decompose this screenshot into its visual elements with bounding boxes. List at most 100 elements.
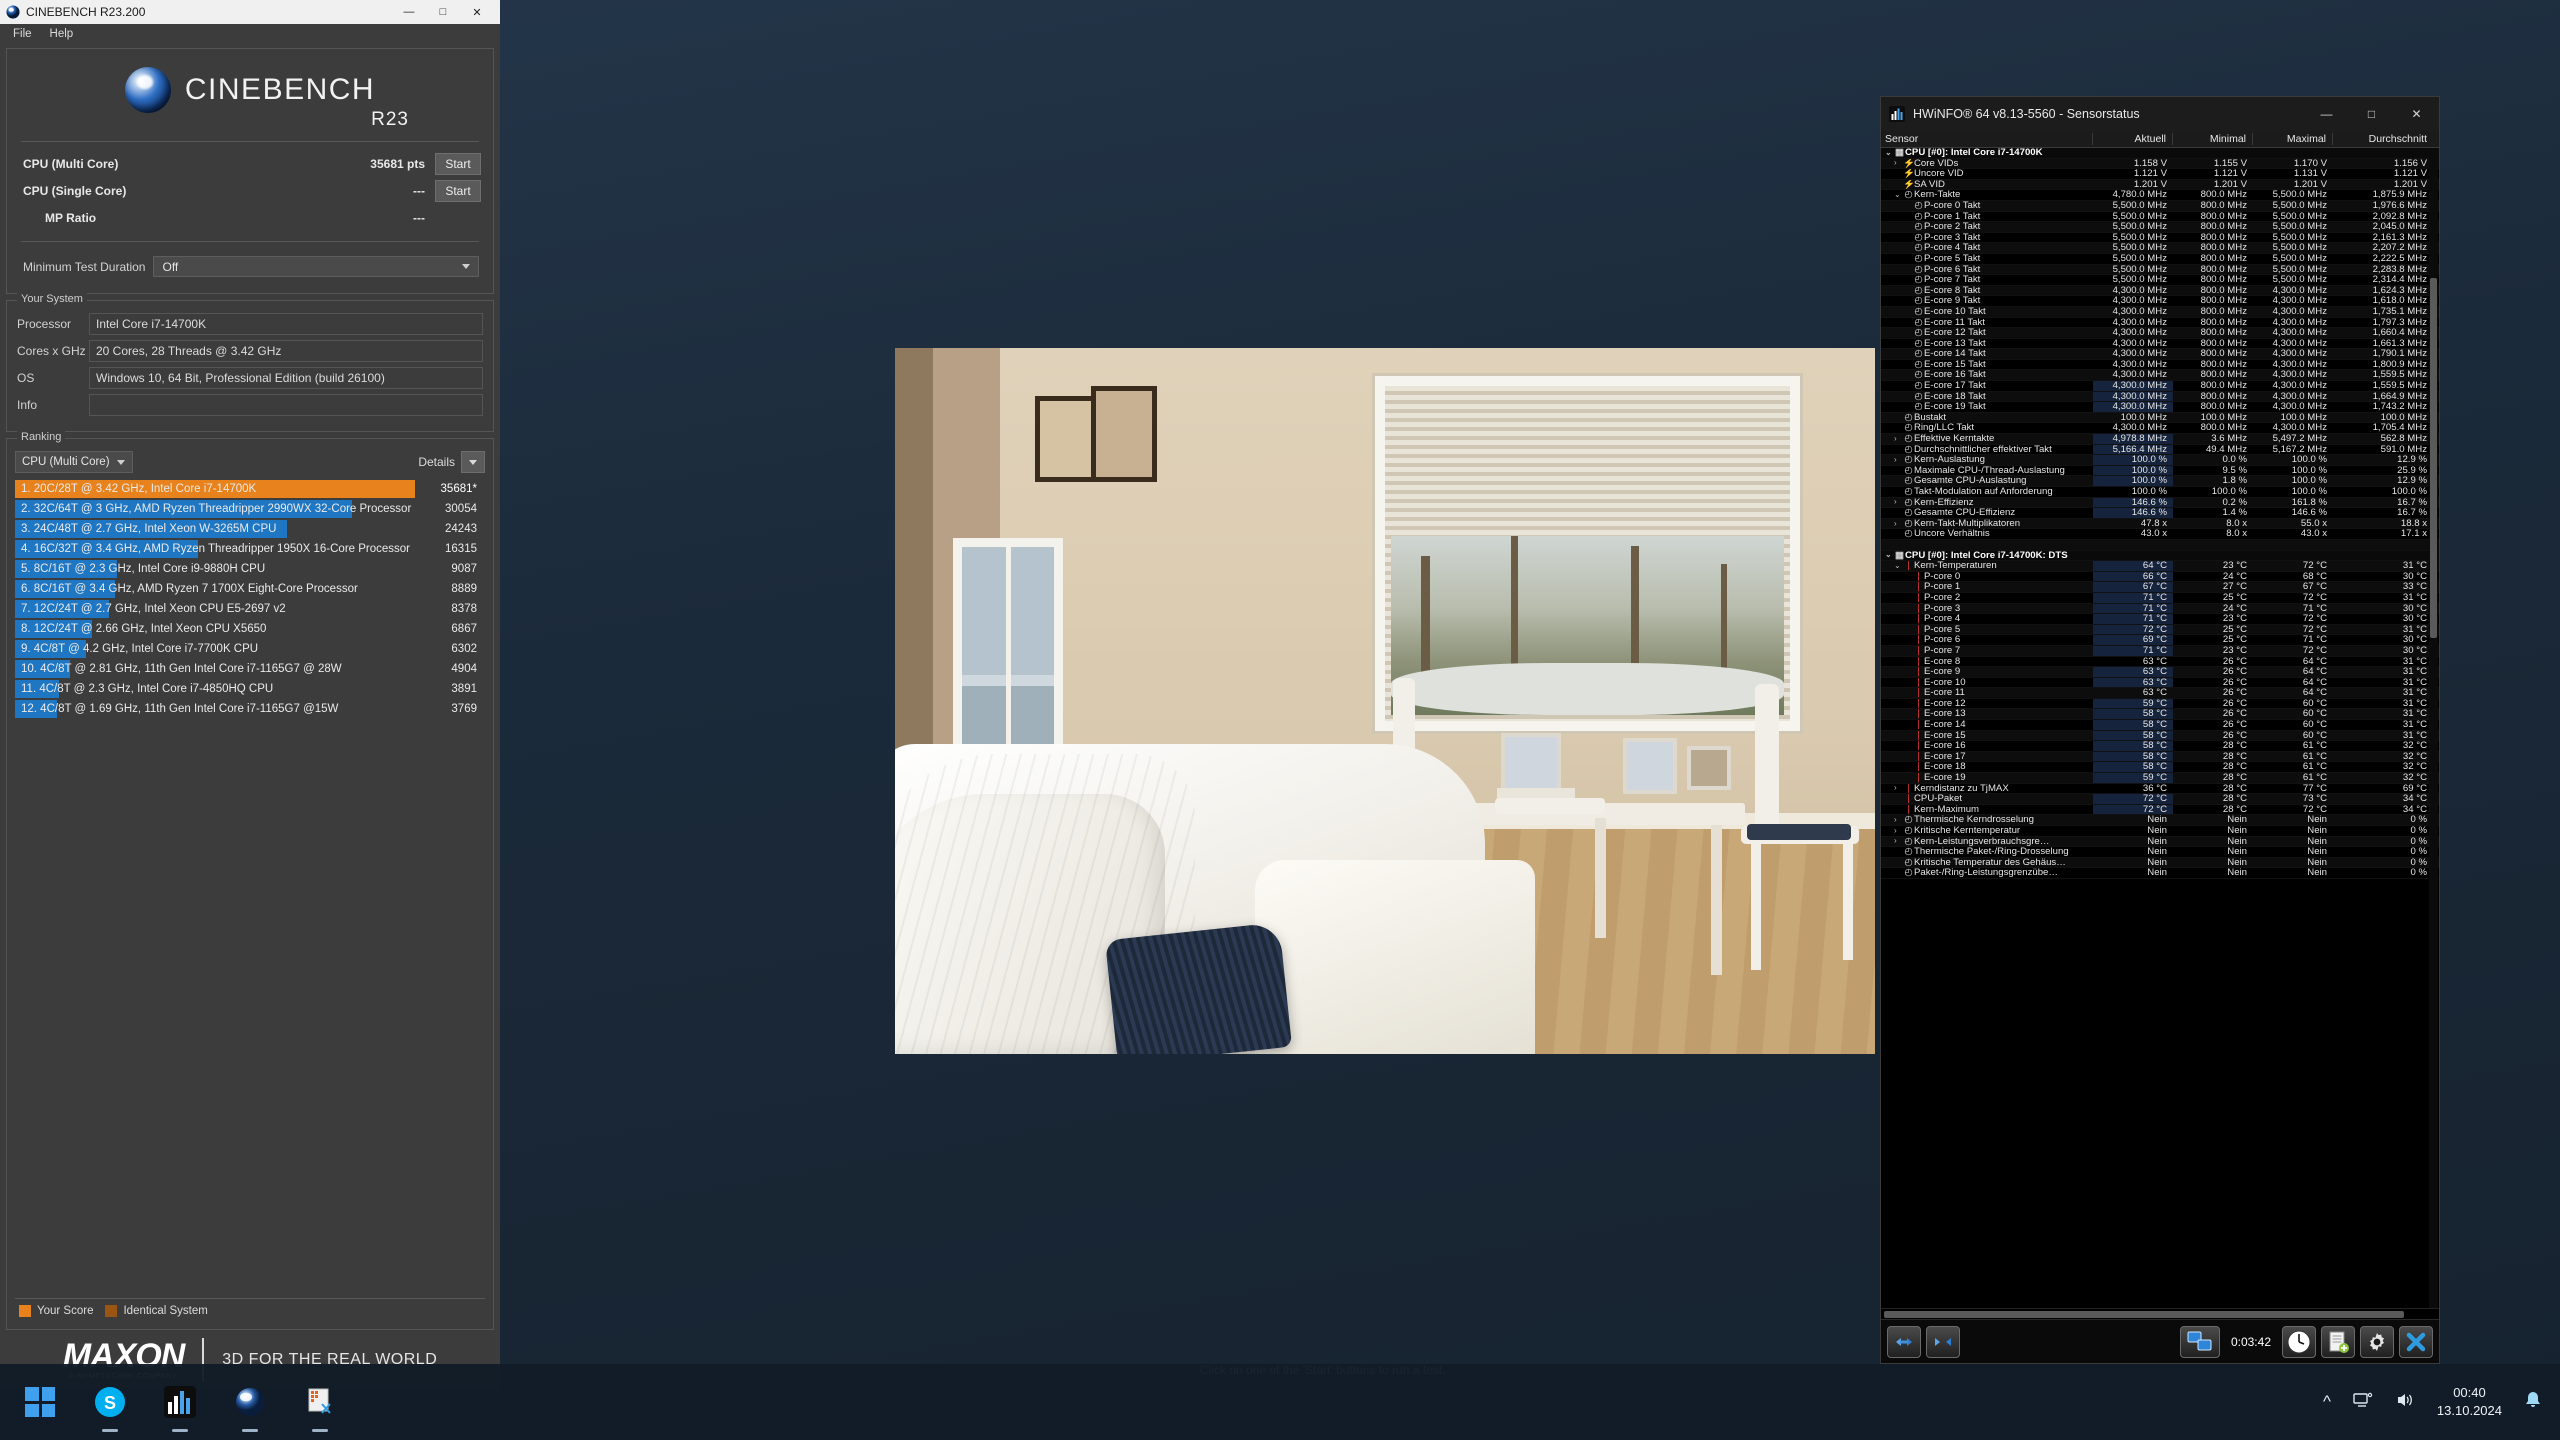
sensor-maximum-value: 5,500.0 MHz xyxy=(2272,189,2327,201)
maximize-button[interactable]: □ xyxy=(426,0,460,24)
collapse-arrows-icon[interactable] xyxy=(1926,1325,1960,1358)
ranking-row[interactable]: 4. 16C/32T @ 3.4 GHz, AMD Ryzen Threadri… xyxy=(15,539,485,559)
windows-start-icon[interactable] xyxy=(18,1380,62,1424)
sensor-maximum-value: 4,300.0 MHz xyxy=(2272,401,2327,413)
hwinfo-minimize-button[interactable]: — xyxy=(2304,97,2349,131)
sensor-minimum-value: 26 °C xyxy=(2222,719,2247,731)
column-header-aktuell[interactable]: Aktuell xyxy=(2093,133,2173,145)
sensor-row[interactable] xyxy=(1881,539,2439,551)
ranking-row[interactable]: 8. 12C/24T @ 2.66 GHz, Intel Xeon CPU X5… xyxy=(15,619,485,639)
chevron-right-icon[interactable]: › xyxy=(1894,837,1903,845)
chevron-right-icon[interactable]: › xyxy=(1894,456,1903,464)
minimum-test-duration-select[interactable]: Off xyxy=(153,256,479,277)
close-x-icon[interactable] xyxy=(2399,1325,2433,1358)
sensor-row[interactable]: › ◴ Kritische Kerntemperatur Nein Nein Nein 0 … xyxy=(1881,826,2439,837)
hwinfo-close-button[interactable]: ✕ xyxy=(2394,97,2439,131)
snipping-tool-icon[interactable] xyxy=(298,1380,342,1432)
chevron-down-icon[interactable]: ⌄ xyxy=(1894,561,1903,570)
sensor-row[interactable]: ◴ P-core 5 Takt 5,500.0 MHz 800.0 MHz 5,500.… xyxy=(1881,254,2439,265)
network-icon[interactable] xyxy=(2353,1391,2373,1414)
clock-icon[interactable] xyxy=(2282,1325,2316,1358)
column-header-durchschnitt[interactable]: Durchschnitt xyxy=(2333,133,2433,145)
ranking-row[interactable]: 5. 8C/16T @ 2.3 GHz, Intel Core i9-9880H… xyxy=(15,559,485,579)
sensor-row[interactable]: ❘ P-core 2 71 °C 25 °C 72 °C 31 °C xyxy=(1881,593,2439,604)
hwinfo-icon[interactable] xyxy=(158,1380,202,1432)
scrollbar-thumb-horizontal[interactable] xyxy=(1884,1311,2404,1318)
expand-arrows-icon[interactable] xyxy=(1887,1325,1921,1358)
ranking-row[interactable]: 1. 20C/28T @ 3.42 GHz, Intel Core i7-147… xyxy=(15,479,485,499)
single-core-start-button[interactable]: Start xyxy=(435,179,481,202)
report-icon[interactable] xyxy=(2321,1325,2355,1358)
ranking-mode-select[interactable]: CPU (Multi Core) xyxy=(15,451,133,473)
chevron-right-icon[interactable]: › xyxy=(1894,498,1903,506)
ranking-row[interactable]: 12. 4C/8T @ 1.69 GHz, 11th Gen Intel Cor… xyxy=(15,699,485,719)
chevron-down-icon[interactable]: ⌄ xyxy=(1885,148,1894,157)
minimize-button[interactable]: — xyxy=(392,0,426,24)
multi-core-start-button[interactable]: Start xyxy=(435,152,481,175)
scrollbar-thumb[interactable] xyxy=(2430,278,2437,638)
skype-icon[interactable]: S xyxy=(88,1380,132,1432)
chevron-right-icon[interactable]: › xyxy=(1894,816,1903,824)
cinebench-menubar[interactable]: File Help xyxy=(0,24,500,44)
menu-file[interactable]: File xyxy=(4,26,41,42)
hwinfo-horizontal-scrollbar[interactable] xyxy=(1881,1308,2439,1319)
sensor-row[interactable]: ◴ Uncore Verhältnis 43.0 x 8.0 x 43.0 x 17.1 … xyxy=(1881,529,2439,540)
sensor-row[interactable]: ❘ P-core 7 71 °C 23 °C 72 °C 30 °C xyxy=(1881,646,2439,657)
ranking-row[interactable]: 10. 4C/8T @ 2.81 GHz, 11th Gen Intel Cor… xyxy=(15,659,485,679)
ranking-row[interactable]: 9. 4C/8T @ 4.2 GHz, Intel Core i7-7700K … xyxy=(15,639,485,659)
menu-help[interactable]: Help xyxy=(41,26,83,42)
ranking-row[interactable]: 7. 12C/24T @ 2.7 GHz, Intel Xeon CPU E5-… xyxy=(15,599,485,619)
sensor-row[interactable]: ◴ P-core 0 Takt 5,500.0 MHz 800.0 MHz 5,500.… xyxy=(1881,201,2439,212)
hwinfo-toolbar[interactable]: 0:03:42 xyxy=(1881,1319,2439,1363)
hwinfo-titlebar[interactable]: HWiNFO® 64 v8.13-5560 - Sensorstatus — □… xyxy=(1881,97,2439,131)
column-header-minimal[interactable]: Minimal xyxy=(2173,133,2253,145)
chevron-right-icon[interactable]: › xyxy=(1894,159,1903,167)
hwinfo-sensor-table[interactable]: ⌄ ▦ CPU [#0]: Intel Core i7-14700K › ⚡ Core V… xyxy=(1881,148,2439,1308)
hwinfo-maximize-button[interactable]: □ xyxy=(2349,97,2394,131)
cinebench-window[interactable]: CINEBENCH R23.200 — □ ✕ File Help CINEBE… xyxy=(0,0,500,1390)
chevron-right-icon[interactable]: › xyxy=(1894,434,1903,443)
details-toggle-button[interactable] xyxy=(461,451,485,473)
hwinfo-window[interactable]: HWiNFO® 64 v8.13-5560 - Sensorstatus — □… xyxy=(1880,96,2440,1364)
info-field[interactable] xyxy=(89,394,483,416)
ranking-list[interactable]: 1. 20C/28T @ 3.42 GHz, Intel Core i7-147… xyxy=(15,479,485,1294)
ranking-row[interactable]: 3. 24C/48T @ 2.7 GHz, Intel Xeon W-3265M… xyxy=(15,519,485,539)
ranking-row[interactable]: 11. 4C/8T @ 2.3 GHz, Intel Core i7-4850H… xyxy=(15,679,485,699)
test-row-single-core: CPU (Single Core) --- Start xyxy=(17,177,483,204)
taskbar-clock[interactable]: 00:40 13.10.2024 xyxy=(2437,1384,2502,1419)
close-button[interactable]: ✕ xyxy=(460,0,494,24)
hwinfo-column-headers[interactable]: Sensor Aktuell Minimal Maximal Durchschn… xyxy=(1881,131,2439,148)
clock-icon: ◴ xyxy=(1904,497,1913,508)
sensor-maximum-value: Nein xyxy=(2307,867,2327,879)
column-header-maximal[interactable]: Maximal xyxy=(2253,133,2333,145)
chevron-right-icon[interactable]: › xyxy=(1894,784,1903,792)
cinebench-window-controls[interactable]: — □ ✕ xyxy=(392,0,494,24)
ranking-row[interactable]: 2. 32C/64T @ 3 GHz, AMD Ryzen Threadripp… xyxy=(15,499,485,519)
show-hidden-icons[interactable]: ^ xyxy=(2323,1392,2331,1412)
sensor-maximum-value: 64 °C xyxy=(2302,687,2327,699)
cinebench-titlebar[interactable]: CINEBENCH R23.200 — □ ✕ xyxy=(0,0,500,24)
sensor-name-cell: › ⚡ Core VIDs xyxy=(1881,159,2093,169)
column-header-sensor[interactable]: Sensor xyxy=(1881,133,2093,145)
settings-gear-icon[interactable] xyxy=(2360,1325,2394,1358)
sensor-row[interactable]: ◴ E-core 10 Takt 4,300.0 MHz 800.0 MHz 4,300… xyxy=(1881,307,2439,318)
sensor-maximum-value: 60 °C xyxy=(2302,697,2327,709)
windows-taskbar[interactable]: S ^ 00:40 13.10.2024 xyxy=(0,1364,2560,1440)
mp-ratio-label: MP Ratio xyxy=(45,210,97,225)
ranking-row[interactable]: 6. 8C/16T @ 3.4 GHz, AMD Ryzen 7 1700X E… xyxy=(15,579,485,599)
notifications-bell-icon[interactable] xyxy=(2524,1390,2542,1415)
sensor-row[interactable]: ◴ Paket-/Ring-Leistungsgrenzübe… Nein Nein N… xyxy=(1881,868,2439,879)
sensor-group-row[interactable]: ⌄ ▦ CPU [#0]: Intel Core i7-14700K xyxy=(1881,148,2439,159)
sensor-row[interactable]: ◴ Takt-Modulation auf Anforderung 100.0 % 1… xyxy=(1881,487,2439,498)
sensor-current-value: 5,500.0 MHz xyxy=(2112,221,2167,233)
cinebench-icon[interactable] xyxy=(228,1380,272,1432)
sensor-average-value: 562.8 MHz xyxy=(2380,433,2427,445)
chevron-right-icon[interactable]: › xyxy=(1894,826,1903,835)
chevron-down-icon[interactable]: ⌄ xyxy=(1894,191,1903,199)
chevron-down-icon[interactable]: ⌄ xyxy=(1885,551,1894,559)
sensor-maximum-value: 55.0 x xyxy=(2300,517,2327,529)
hwinfo-vertical-scrollbar[interactable] xyxy=(2429,148,2438,1308)
remote-monitors-icon[interactable] xyxy=(2179,1325,2220,1358)
chevron-right-icon[interactable]: › xyxy=(1894,519,1903,528)
volume-icon[interactable] xyxy=(2395,1391,2415,1414)
